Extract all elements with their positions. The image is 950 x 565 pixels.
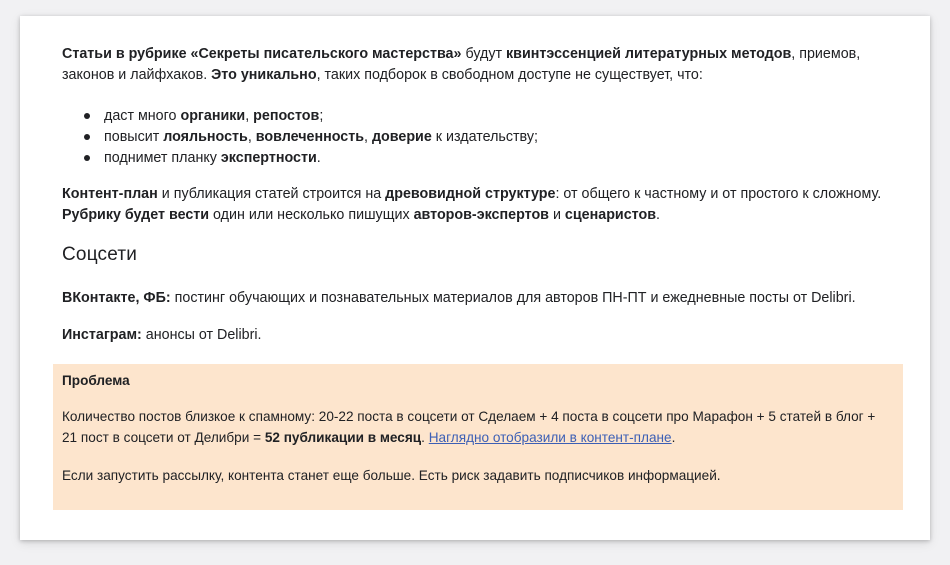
problem-body-risk: Если запустить рассылку, контента станет… bbox=[62, 468, 721, 483]
document-page: Статьи в рубрике «Секреты писательского … bbox=[20, 16, 930, 540]
problem-bold-count: 52 публикации в месяц bbox=[264, 430, 422, 445]
bullet-icon bbox=[84, 155, 90, 161]
list-item: поднимет планку экспертности. bbox=[62, 148, 882, 169]
intro-bold-quintessence: квинтэссенцией литературных методов bbox=[506, 46, 792, 62]
benefits-list: даст много органики, репостов; повысит л… bbox=[62, 106, 882, 169]
content-plan-paragraph: Контент-план и публикация статей строитс… bbox=[62, 186, 882, 223]
problem-body-posts: Количество постов близкое к спамному: 20… bbox=[62, 409, 876, 445]
instagram-label: Инстаграм: bbox=[62, 327, 142, 343]
bullet-icon bbox=[84, 113, 90, 119]
intro-bold-rubric: Статьи в рубрике «Секреты писательского … bbox=[62, 46, 462, 62]
vk-fb-label: ВКонтакте, ФБ: bbox=[62, 290, 171, 306]
content-plan-link[interactable]: Наглядно отобразили в контент-плане bbox=[429, 430, 672, 445]
vk-fb-paragraph: ВКонтакте, ФБ: постинг обучающих и позна… bbox=[62, 290, 856, 306]
section-heading-socials: Соцсети bbox=[62, 244, 138, 265]
list-item: даст много органики, репостов; bbox=[62, 106, 882, 127]
list-item: повысит лояльность, вовлеченность, довер… bbox=[62, 127, 882, 148]
bullet-icon bbox=[84, 134, 90, 140]
instagram-paragraph: Инстаграм: анонсы от Delibri. bbox=[62, 327, 262, 343]
problem-title: Проблема bbox=[62, 373, 130, 388]
intro-text: будут bbox=[461, 46, 506, 62]
problem-callout: Проблема Количество постов близкое к спа… bbox=[53, 364, 903, 510]
intro-bold-unique: Это уникально bbox=[211, 67, 317, 83]
intro-paragraph: Статьи в рубрике «Секреты писательского … bbox=[62, 44, 902, 86]
intro-text: , таких подборок в свободном доступе не … bbox=[316, 67, 703, 83]
